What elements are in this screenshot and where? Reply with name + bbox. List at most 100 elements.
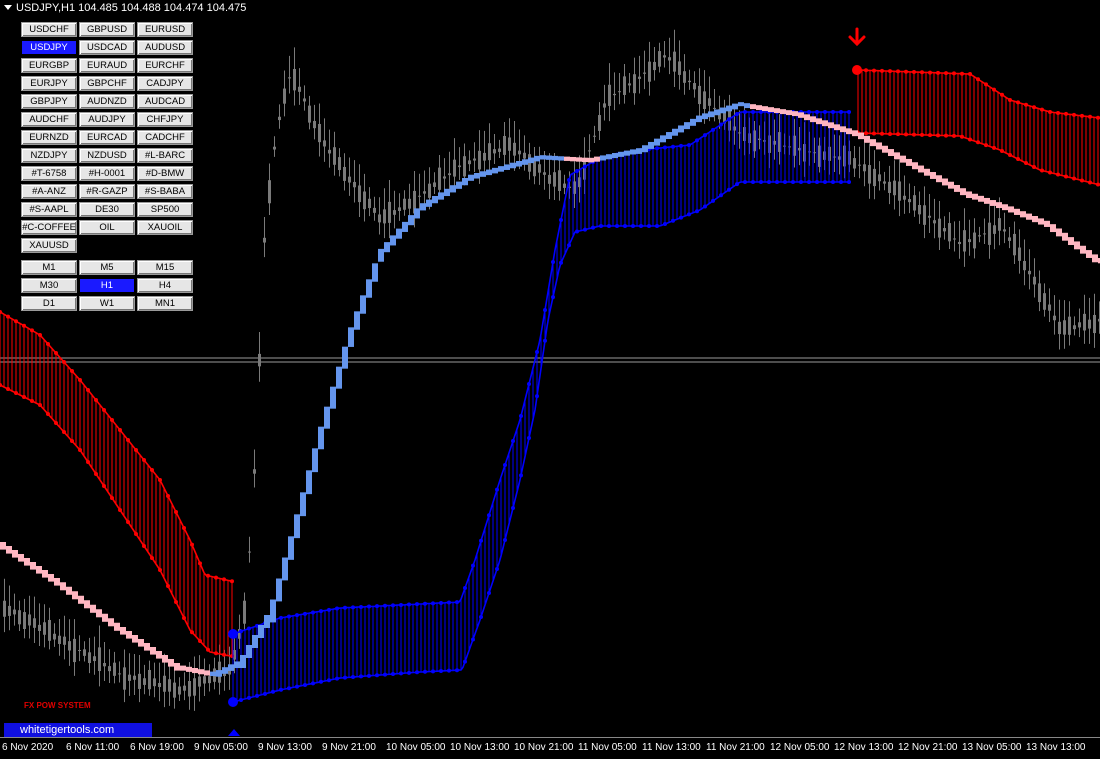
symbol-button-oil[interactable]: OIL [79,220,135,235]
symbol-button-gbpusd[interactable]: GBPUSD [79,22,135,37]
dropdown-triangle-icon[interactable] [4,5,12,10]
symbol-button-eurchf[interactable]: EURCHF [137,58,193,73]
band-dot [928,70,932,75]
timeframe-button-m1[interactable]: M1 [21,260,77,275]
timeframe-button-w1[interactable]: W1 [79,296,135,311]
band-dot [1088,180,1092,185]
ribbon-step [48,574,54,582]
symbol-button-audchf[interactable]: AUDCHF [21,112,77,127]
band-dot [663,222,667,226]
ribbon-step [282,557,288,581]
band-dot [255,693,259,698]
candle-body [348,176,351,183]
timeframe-button-d1[interactable]: D1 [21,296,77,311]
symbol-button-h0001[interactable]: #H-0001 [79,166,135,181]
candle-body [43,622,46,635]
symbol-button-rgazp[interactable]: #R-GAZP [79,184,135,199]
ribbon-step [834,124,840,131]
band-dot [864,131,868,136]
symbol-button-gbpchf[interactable]: GBPCHF [79,76,135,91]
symbol-button-eurjpy[interactable]: EURJPY [21,76,77,91]
symbol-button-t6758[interactable]: #T-6758 [21,166,77,181]
band-dot [14,319,18,324]
candle-body [708,98,711,106]
symbol-button-saapl[interactable]: #S-AAPL [21,202,77,217]
candle-body [408,198,411,209]
candle-body [188,680,191,697]
symbol-button-cadchf[interactable]: CADCHF [137,130,193,145]
band-dot [807,180,811,184]
timeframe-button-h1[interactable]: H1 [79,278,135,293]
symbol-button-audnzd[interactable]: AUDNZD [79,94,135,109]
symbol-button-nzdjpy[interactable]: NZDJPY [21,148,77,163]
band-dot [639,224,643,228]
band-dot [631,224,635,228]
band-dot [952,133,956,138]
band-dot [102,484,106,488]
symbol-button-sbaba[interactable]: #S-BABA [137,184,193,199]
timeframe-button-m30[interactable]: M30 [21,278,77,293]
ribbon-step [846,128,852,135]
symbol-button-eurusd[interactable]: EURUSD [137,22,193,37]
ribbon-step [882,145,888,153]
candle-body [963,230,966,252]
symbol-button-usdjpy[interactable]: USDJPY [21,40,77,55]
symbol-button-nzdusd[interactable]: NZDUSD [79,148,135,163]
band-dot [463,586,467,590]
symbol-button-de30[interactable]: DE30 [79,202,135,217]
candle-body [1058,321,1061,335]
band-dot [407,602,411,607]
band-dot [150,468,154,472]
symbol-button-eurnzd[interactable]: EURNZD [21,130,77,145]
candle-body [958,241,961,245]
symbol-button-audcad[interactable]: AUDCAD [137,94,193,109]
candle-body [468,160,471,165]
band-dot [455,668,459,673]
candle-body [1018,247,1021,261]
symbol-button-usdchf[interactable]: USDCHF [21,22,77,37]
symbol-button-euraud[interactable]: EURAUD [79,58,135,73]
symbol-button-audusd[interactable]: AUDUSD [137,40,193,55]
brand-link[interactable]: whitetigertools.com [4,723,152,737]
ribbon-step [192,668,198,674]
symbol-button-eurcad[interactable]: EURCAD [79,130,135,145]
ribbon-step [222,667,228,674]
band-dot [896,132,900,137]
symbol-button-xauusd[interactable]: XAUUSD [21,238,77,253]
candle-body [448,173,451,176]
symbol-button-sp500[interactable]: SP500 [137,202,193,217]
band-dot [247,626,251,631]
symbol-button-aanz[interactable]: #A-ANZ [21,184,77,199]
timeframe-button-h4[interactable]: H4 [137,278,193,293]
timeframe-button-mn1[interactable]: MN1 [137,296,193,311]
band-dot [880,68,884,73]
symbol-button-ccoffee[interactable]: #C-COFFEE [21,220,77,235]
symbol-button-dbmw[interactable]: #D-BMW [137,166,193,181]
candle-body [943,228,946,232]
symbol-button-lbarc[interactable]: #L-BARC [137,148,193,163]
ribbon-step [780,109,786,115]
band-dot [359,674,363,679]
band-dot [1024,102,1028,107]
symbol-button-gbpjpy[interactable]: GBPJPY [21,94,77,109]
band-dot [335,676,339,681]
symbol-button-chfjpy[interactable]: CHFJPY [137,112,193,127]
candle-body [633,74,636,94]
band-dot [190,542,194,547]
symbol-button-usdcad[interactable]: USDCAD [79,40,135,55]
candle-body [1028,270,1031,275]
ribbon-step [870,139,876,147]
symbol-button-eurgbp[interactable]: EURGBP [21,58,77,73]
candle-body [3,600,6,617]
timeframe-button-m5[interactable]: M5 [79,260,135,275]
ribbon-step [816,118,822,125]
symbol-button-audjpy[interactable]: AUDJPY [79,112,135,127]
ribbon-step [42,570,48,578]
symbol-button-xauoil[interactable]: XAUOIL [137,220,193,235]
price-chart[interactable] [0,0,1100,737]
candle-body [208,676,211,684]
candle-body [63,636,66,645]
symbol-button-cadjpy[interactable]: CADJPY [137,76,193,91]
timeframe-button-m15[interactable]: M15 [137,260,193,275]
band-dot [431,669,435,674]
